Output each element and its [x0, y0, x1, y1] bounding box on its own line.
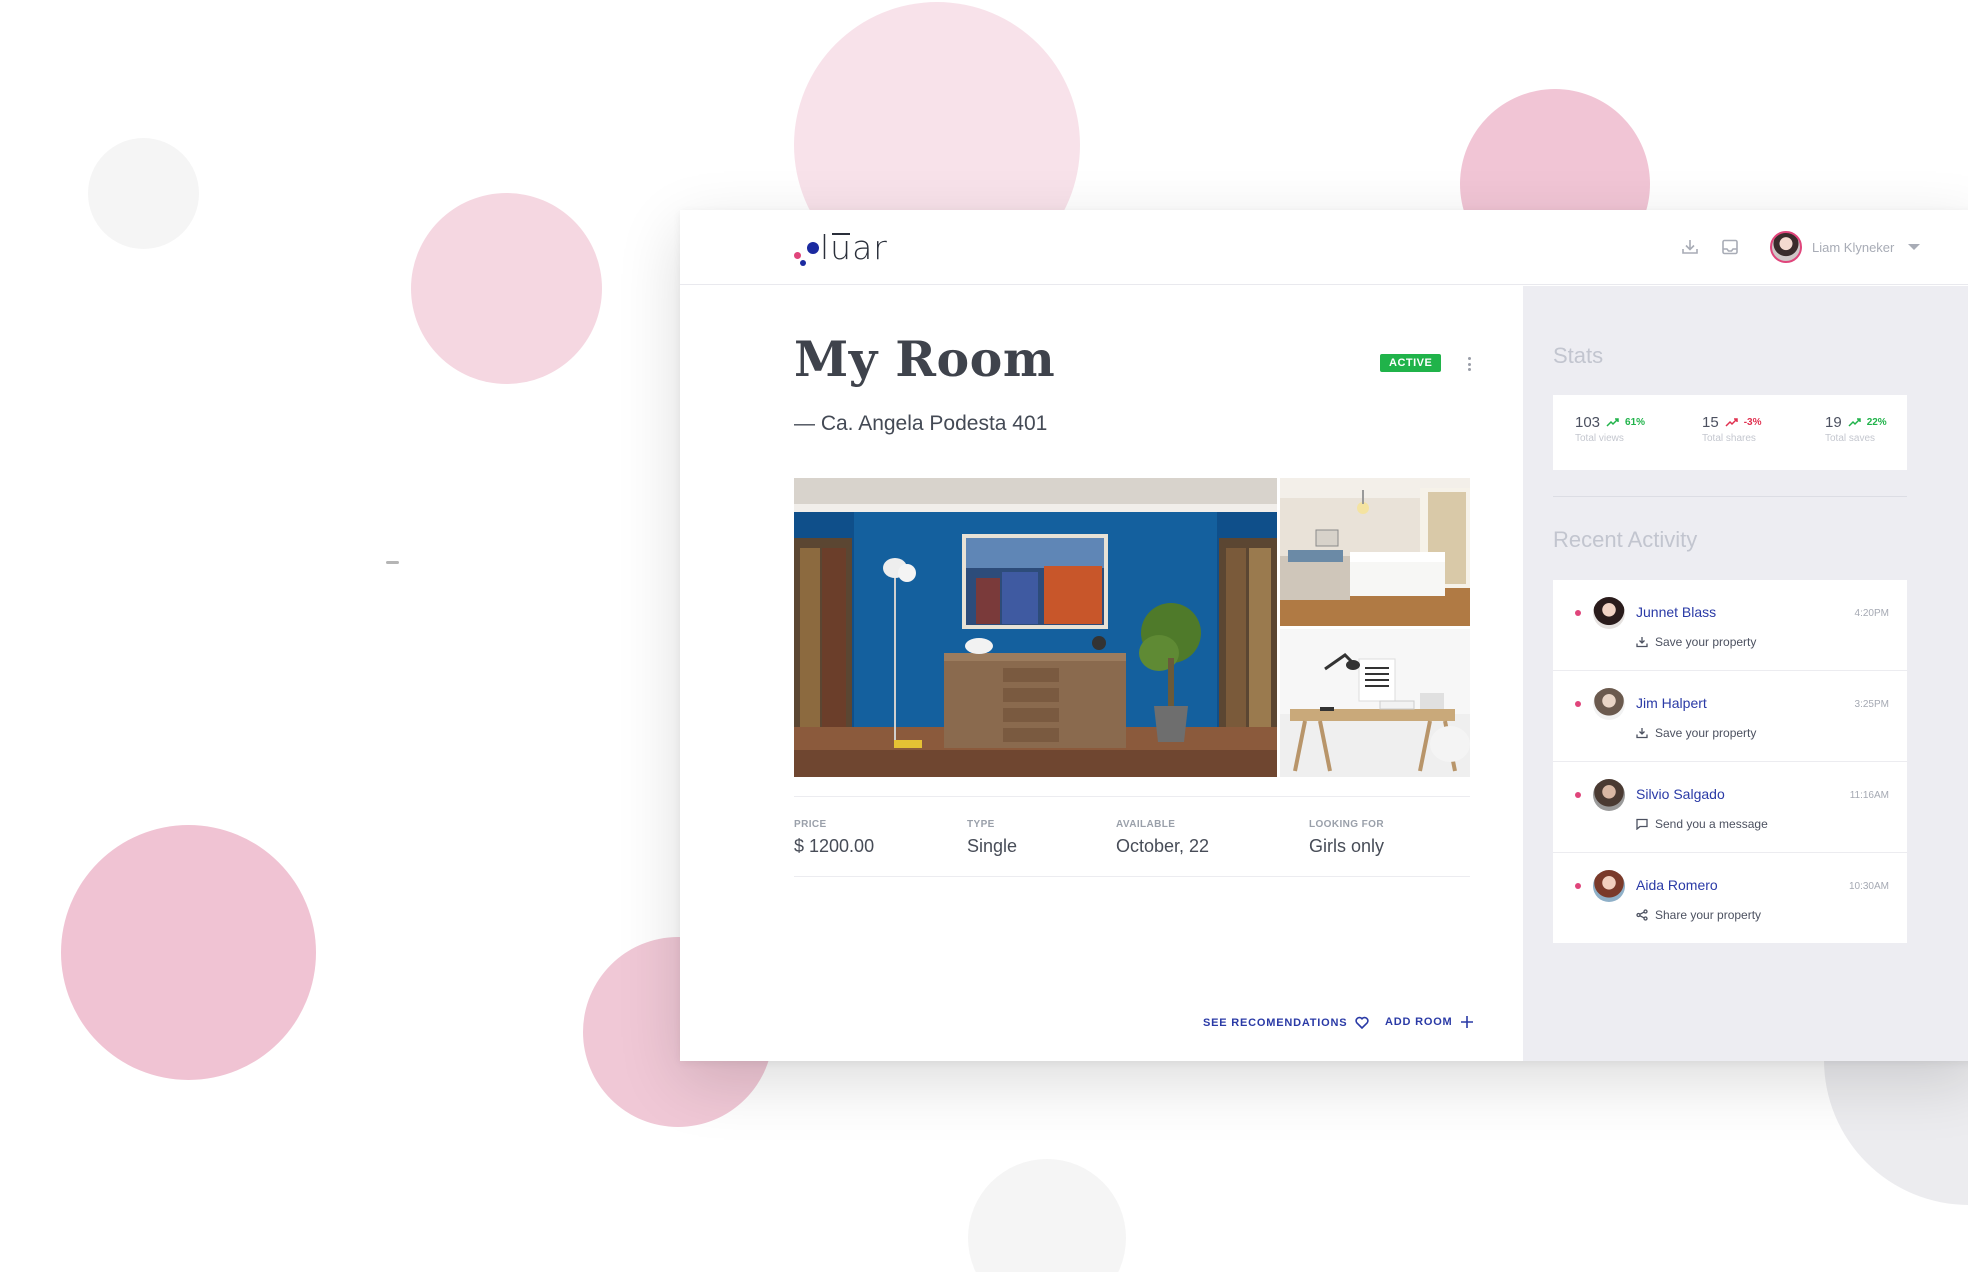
activity-item[interactable]: Silvio Salgado 11:16AM Send you a messag… [1553, 762, 1907, 853]
stat-change: -3% [1743, 417, 1762, 428]
activity-time: 10:30AM [1848, 881, 1889, 892]
bg-bubble [411, 193, 602, 384]
stats-heading: Stats [1553, 343, 1604, 368]
activity-time: 11:16AM [1849, 790, 1889, 801]
spec-label: LOOKING FOR [1309, 819, 1384, 830]
stat-change: 22% [1866, 417, 1887, 428]
stat-label: Total shares [1702, 433, 1756, 444]
stat-label: Total saves [1825, 433, 1876, 444]
brand-logo[interactable]: luar [794, 230, 888, 266]
spec-value: $ 1200.00 [794, 836, 875, 856]
top-bar: luar Liam Klyneker [680, 210, 1968, 285]
activity-description: Save your property [1636, 635, 1756, 649]
plus-icon [1460, 1016, 1473, 1028]
avatar [1593, 779, 1625, 811]
brand-name: luar [820, 228, 888, 267]
heart-icon [1355, 1016, 1369, 1029]
stat-views: 103 61% Total views [1575, 414, 1645, 444]
spec-value: October, 22 [1116, 836, 1210, 856]
activity-item[interactable]: Junnet Blass 4:20PM Save your property [1553, 580, 1907, 671]
activity-user-name: Aida Romero [1636, 877, 1718, 893]
activity-action: Save your property [1655, 635, 1757, 649]
activity-user-name: Junnet Blass [1636, 604, 1717, 620]
stats-card: 103 61% Total views 15 -3% Total shares [1553, 395, 1907, 470]
stat-value: 19 [1825, 414, 1842, 431]
more-options-icon[interactable] [1464, 354, 1474, 374]
message-icon [1636, 818, 1648, 830]
stat-value: 103 [1575, 414, 1601, 431]
user-menu[interactable]: Liam Klyneker [1770, 229, 1921, 265]
bg-bubble [88, 138, 199, 249]
stat-shares: 15 -3% Total shares [1702, 414, 1761, 444]
bg-dash [386, 561, 399, 564]
activity-action: Share your property [1655, 908, 1762, 922]
share-icon [1636, 909, 1648, 921]
avatar [1770, 231, 1802, 263]
desk-photo[interactable] [1280, 629, 1470, 777]
recent-activity-heading: Recent Activity [1553, 527, 1698, 552]
activity-item[interactable]: Jim Halpert 3:25PM Save your property [1553, 671, 1907, 762]
user-name: Liam Klyneker [1812, 239, 1895, 255]
unread-dot [1575, 610, 1581, 616]
activity-action: Send you a message [1655, 817, 1768, 831]
spec-label: PRICE [794, 819, 827, 830]
listing-address: — Ca. Angela Podesta 401 [794, 412, 1048, 435]
activity-description: Save your property [1636, 726, 1756, 740]
unread-dot [1575, 701, 1581, 707]
page-title: My Room [794, 330, 1056, 388]
activity-user-name: Jim Halpert [1636, 695, 1707, 711]
app-window: luar Liam Klyneker My Room ACTIVE — Ca. … [680, 210, 1968, 1061]
trend-up-icon [1848, 418, 1861, 427]
see-recommendations-button[interactable]: SEE RECOMENDATIONS [1203, 1016, 1369, 1029]
stat-saves: 19 22% Total saves [1825, 414, 1887, 444]
activity-time: 3:25PM [1854, 699, 1889, 710]
activity-list: Junnet Blass 4:20PM Save your property J… [1553, 580, 1907, 943]
add-room-label: ADD ROOM [1385, 1016, 1453, 1028]
stage: luar Liam Klyneker My Room ACTIVE — Ca. … [0, 0, 1968, 1272]
stat-value: 15 [1702, 414, 1719, 431]
bg-bubble [61, 825, 316, 1080]
unread-dot [1575, 792, 1581, 798]
listing-specs: PRICE $ 1200.00 TYPE Single AVAILABLE Oc… [794, 796, 1470, 877]
add-room-button[interactable]: ADD ROOM [1385, 1016, 1473, 1028]
trend-down-icon [1725, 418, 1738, 427]
download-icon[interactable] [1679, 236, 1701, 258]
avatar [1593, 597, 1625, 629]
trend-up-icon [1606, 418, 1619, 427]
stats-sidebar: Stats 103 61% Total views 15 -3% Total s… [1523, 286, 1968, 1061]
activity-description: Share your property [1636, 908, 1761, 922]
avatar [1593, 870, 1625, 902]
listing-panel: My Room ACTIVE — Ca. Angela Podesta 401 [680, 286, 1523, 1061]
activity-item[interactable]: Aida Romero 10:30AM Share your property [1553, 853, 1907, 943]
divider [1553, 496, 1907, 497]
download-icon [1636, 728, 1648, 739]
spec-price: PRICE $ 1200.00 [794, 819, 874, 857]
spec-label: TYPE [967, 819, 995, 830]
main-room-photo[interactable] [794, 478, 1277, 777]
activity-description: Send you a message [1636, 817, 1768, 831]
spec-label: AVAILABLE [1116, 819, 1176, 830]
photo-gallery [794, 478, 1470, 777]
see-recommendations-label: SEE RECOMENDATIONS [1203, 1016, 1348, 1029]
chevron-down-icon [1908, 244, 1921, 250]
download-icon [1636, 637, 1648, 648]
spec-type: TYPE Single [967, 819, 1017, 857]
avatar [1593, 688, 1625, 720]
status-badge: ACTIVE [1380, 354, 1442, 372]
bedroom-photo[interactable] [1280, 478, 1470, 626]
spec-value: Single [967, 836, 1018, 856]
activity-action: Save your property [1655, 726, 1757, 740]
inbox-icon[interactable] [1719, 236, 1741, 258]
spec-available: AVAILABLE October, 22 [1116, 819, 1209, 857]
bg-bubble [968, 1159, 1126, 1272]
activity-time: 4:20PM [1854, 608, 1889, 619]
unread-dot [1575, 883, 1581, 889]
activity-user-name: Silvio Salgado [1636, 786, 1725, 802]
spec-value: Girls only [1309, 836, 1385, 856]
stat-change: 61% [1625, 417, 1646, 428]
logo-dots-icon [794, 236, 820, 266]
stat-label: Total views [1575, 433, 1624, 444]
spec-looking-for: LOOKING FOR Girls only [1309, 819, 1384, 857]
